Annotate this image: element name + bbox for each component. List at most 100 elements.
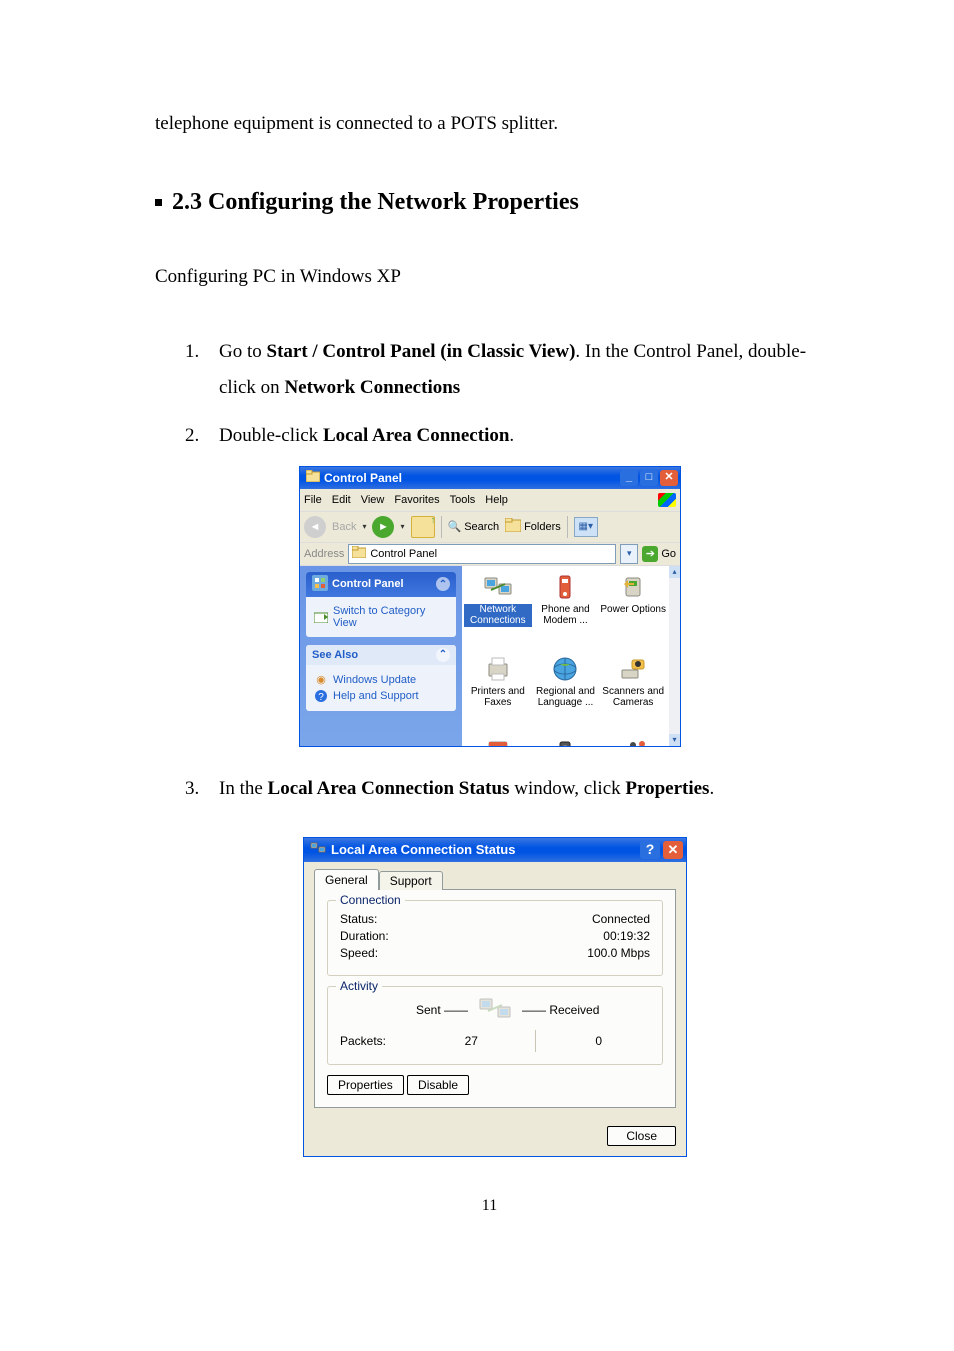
tab-general[interactable]: General [314,869,379,890]
titlebar[interactable]: Control Panel _ □ ✕ [300,467,680,489]
text: Double-click [219,425,323,446]
menu-favorites[interactable]: Favorites [394,494,439,506]
group-title: Activity [336,979,382,993]
received-label: Received [549,1003,599,1017]
speed-value: 100.0 Mbps [587,946,650,960]
row-speed: Speed: 100.0 Mbps [340,946,650,960]
sent-label: Sent [416,1003,441,1017]
search-label: Search [464,521,499,533]
item-scanners-cameras[interactable]: Scanners and Cameras [599,654,667,736]
close-button[interactable]: ✕ [660,470,678,486]
close-dialog-button[interactable]: Close [607,1126,676,1146]
globe-icon [550,654,580,684]
search-button[interactable]: 🔍 Search [448,520,500,533]
text-bold: Local Area Connection [323,425,509,446]
sidebar-link-windows-update[interactable]: ◉ Windows Update [314,673,448,687]
lacs-window: Local Area Connection Status ? ✕ General… [303,837,687,1157]
window-title: Control Panel [324,471,620,485]
window-title: Local Area Connection Status [331,842,515,857]
item-regional-language[interactable]: Regional and Language ... [532,654,600,736]
separator [441,516,442,538]
sidebar-link-help-support[interactable]: ? Help and Support [314,689,448,703]
folders-label: Folders [524,521,561,533]
item-power-options[interactable]: Power Options [599,572,667,654]
scroll-down-icon[interactable]: ▾ [669,734,680,746]
tabs: General Support [314,869,676,890]
group-activity: Activity Sent —— —— Received Packets: 27 [327,986,663,1065]
maximize-button[interactable]: □ [640,470,658,486]
help-button[interactable]: ? [640,841,660,859]
text-bold: Network Connections [284,377,460,398]
properties-button[interactable]: Properties [327,1075,404,1095]
forward-dropdown[interactable]: ▾ [400,522,404,531]
sidebar-link-switch-view[interactable]: Switch to Category View [314,605,448,629]
close-button[interactable]: ✕ [663,841,683,859]
panel-title: See Also [312,649,358,661]
network-icon [310,841,326,858]
address-dropdown[interactable]: ▾ [620,544,638,564]
folders-button[interactable]: Folders [505,518,561,535]
menu-tools[interactable]: Tools [450,494,476,506]
menu-view[interactable]: View [361,494,385,506]
collapse-icon[interactable]: ⌃ [436,577,450,591]
folder-icon [352,546,366,561]
packets-sent-value: 27 [420,1034,523,1048]
back-dropdown[interactable]: ▾ [362,522,366,531]
item-scheduled-tasks[interactable]: Scheduled Tasks [464,736,532,746]
step-number: 2. [185,418,219,454]
text-bold: Properties [625,778,709,799]
text-bold: Start / Control Panel (in Classic View) [267,341,576,362]
network-connections-icon [483,572,513,602]
item-speech[interactable]: Speech [599,736,667,746]
minimize-button[interactable]: _ [620,470,638,486]
scroll-up-icon[interactable]: ▴ [669,566,680,578]
item-phone-modem[interactable]: Phone and Modem ... [532,572,600,654]
disable-button[interactable]: Disable [407,1075,469,1095]
icon-label: Phone and Modem ... [532,604,600,627]
menu-help[interactable]: Help [485,494,508,506]
control-panel-icon [312,575,328,594]
step-number: 3. [185,771,219,807]
up-button[interactable] [411,516,435,538]
heading-text: 2.3 Configuring the Network Properties [172,189,579,216]
svg-text:?: ? [318,692,324,703]
folders-icon [505,518,521,535]
tab-support[interactable]: Support [379,871,443,890]
panel-title: Control Panel [332,578,404,590]
address-field[interactable]: Control Panel [348,544,616,564]
link-label: Switch to Category View [333,605,448,629]
link-label: Windows Update [333,674,416,686]
packets-label: Packets: [340,1034,420,1048]
speaker-icon [550,736,580,746]
step-1: 1. Go to Start / Control Panel (in Class… [185,334,824,406]
item-sounds-audio[interactable]: Sounds and Audio Devices [532,736,600,746]
go-button[interactable]: ➔ Go [642,546,676,562]
text: . [509,425,514,446]
activity-icon [478,995,512,1026]
item-network-connections[interactable]: Network Connections [464,572,532,654]
text-bold: Local Area Connection Status [268,778,510,799]
icon-label: Regional and Language ... [532,686,600,709]
views-button[interactable]: ▦▾ [574,517,598,537]
separator [567,516,568,538]
control-panel-window: Control Panel _ □ ✕ File Edit View Favor… [299,466,681,747]
step-3: 3. In the Local Area Connection Status w… [185,771,824,807]
subheading: Configuring PC in Windows XP [155,266,824,288]
forward-button[interactable]: ► [372,516,394,538]
sidebar-panel-header[interactable]: See Also ⌃ [306,645,456,665]
windows-flag-icon [658,493,676,507]
item-printers-faxes[interactable]: Printers and Faxes [464,654,532,736]
go-arrow-icon: ➔ [642,546,658,562]
menu-edit[interactable]: Edit [332,494,351,506]
sidebar-panel-control-panel: Control Panel ⌃ Switch to Category View [306,572,456,637]
dialog-footer: Close [304,1118,686,1156]
status-label: Status: [340,912,377,926]
collapse-icon[interactable]: ⌃ [436,648,450,662]
titlebar[interactable]: Local Area Connection Status ? ✕ [304,838,686,862]
toolbar: ◄ Back ▾ ► ▾ 🔍 Search Folders ▦ [300,512,680,543]
menu-file[interactable]: File [304,494,322,506]
help-icon: ? [314,689,328,703]
speed-label: Speed: [340,946,378,960]
sidebar-panel-header[interactable]: Control Panel ⌃ [306,572,456,597]
scrollbar[interactable]: ▴ ▾ [669,566,680,746]
